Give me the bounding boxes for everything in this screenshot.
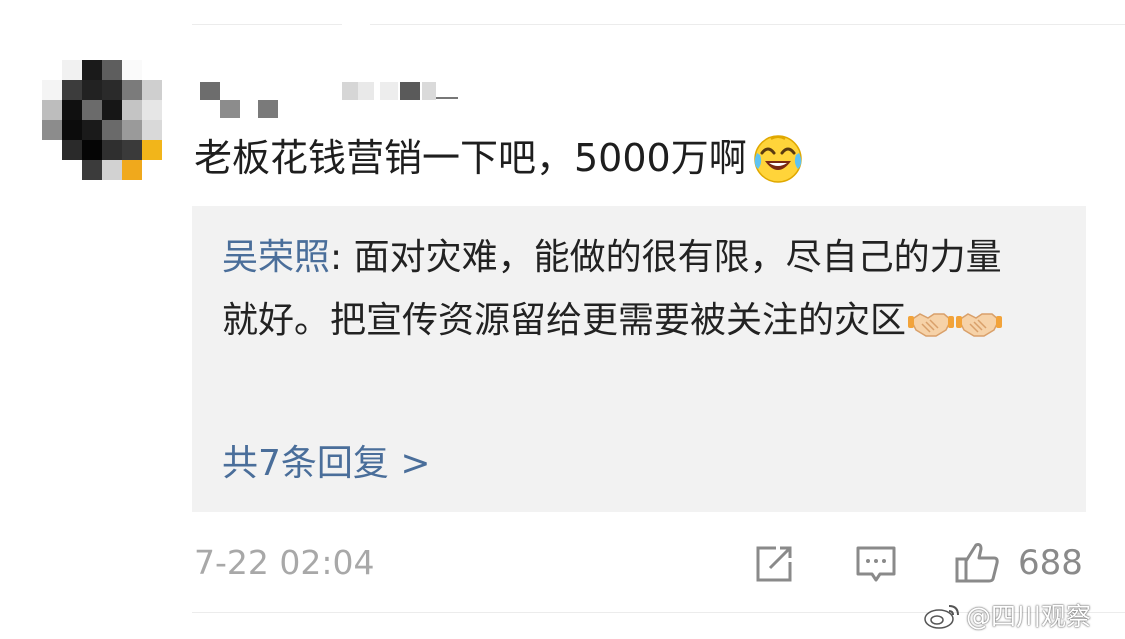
comment-body: 老板花钱营销一下吧，5000万啊 xyxy=(194,128,805,188)
watermark-text: @四川观察 xyxy=(966,602,1092,631)
comment-timestamp: 7-22 02:04 xyxy=(194,543,375,582)
handshake-icon xyxy=(908,313,955,337)
like-count: 688 xyxy=(1018,543,1083,583)
share-icon[interactable] xyxy=(752,542,796,586)
reply-separator: : xyxy=(330,237,354,278)
like-icon[interactable] xyxy=(954,539,1000,585)
avatar[interactable] xyxy=(42,60,162,180)
top-divider xyxy=(192,24,1125,25)
reply-preview[interactable]: 吴荣照: 面对灾难，能做的很有限，尽自己的力量就好。把宣传资源留给更需要被关注的… xyxy=(192,206,1086,512)
username-censored[interactable] xyxy=(200,82,470,118)
watermark: @四川观察 xyxy=(922,598,1091,632)
comment-icon[interactable] xyxy=(854,542,898,586)
view-all-replies-link[interactable]: 共7条回复 > xyxy=(222,438,431,490)
reply-body: 吴荣照: 面对灾难，能做的很有限，尽自己的力量就好。把宣传资源留给更需要被关注的… xyxy=(222,226,1022,352)
reply-author[interactable]: 吴荣照 xyxy=(222,237,330,278)
laughing-crying-face-icon xyxy=(753,135,802,183)
weibo-logo-icon xyxy=(924,605,959,629)
handshake-icon xyxy=(956,313,1003,337)
comment-card: 老板花钱营销一下吧，5000万啊 吴荣照: 面对灾难，能做的很有限，尽自己的力量… xyxy=(0,0,1125,639)
comment-text: 老板花钱营销一下吧，5000万啊 xyxy=(194,136,747,180)
